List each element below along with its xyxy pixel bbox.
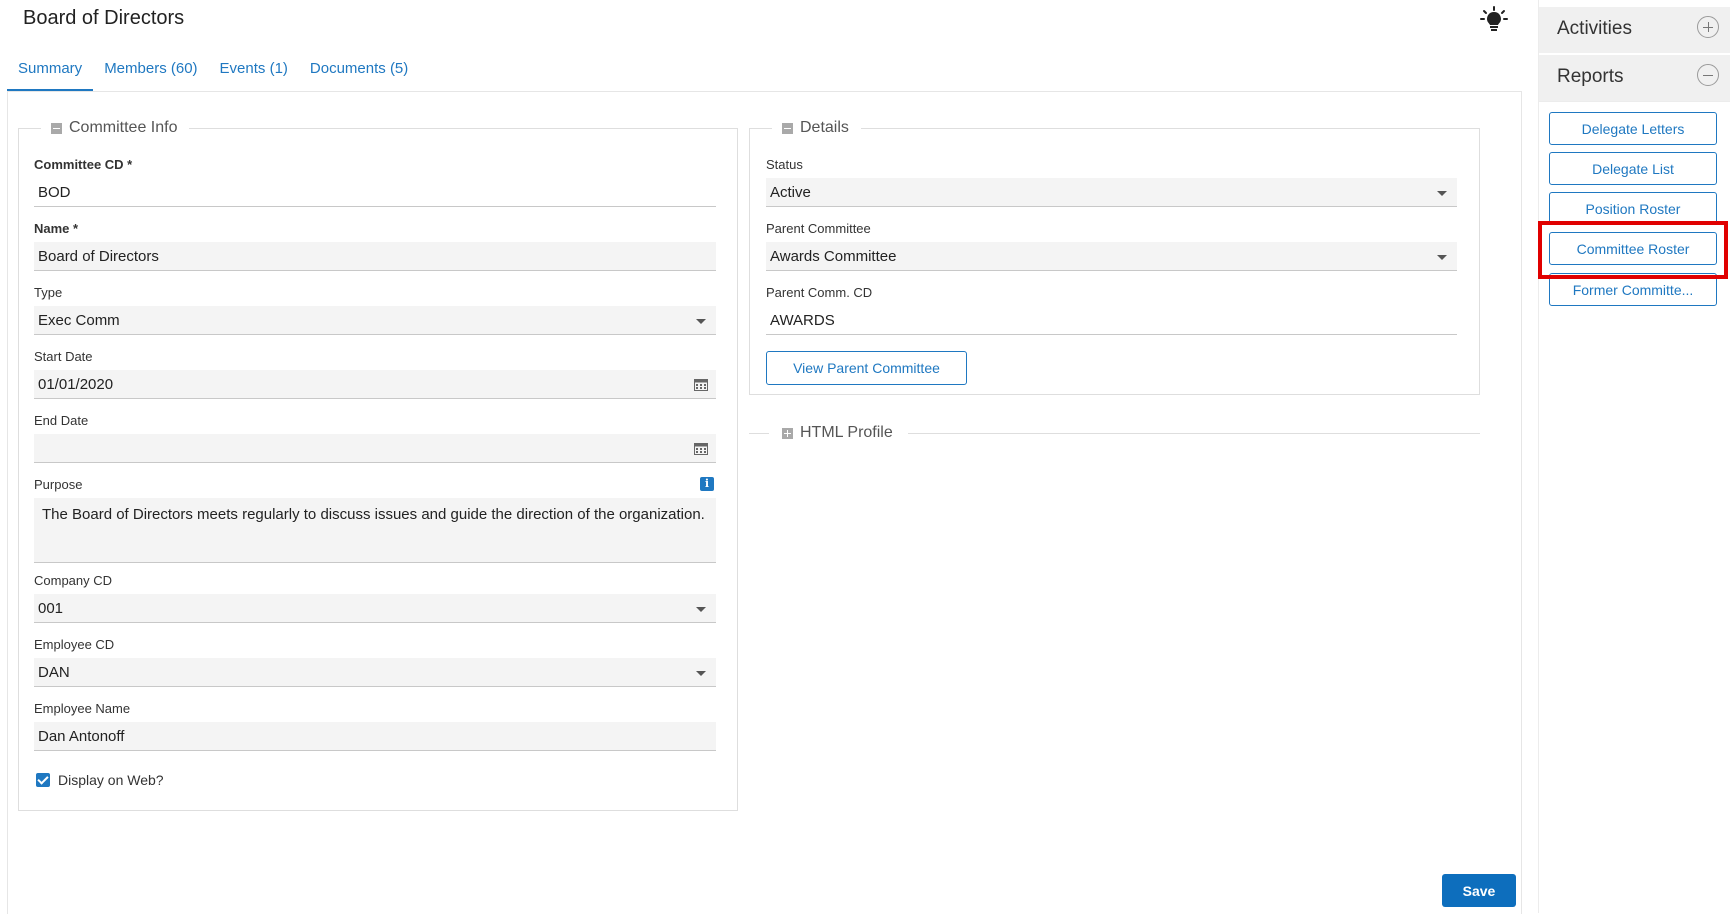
committee-info-legend[interactable]: Committee Info (41, 119, 189, 137)
display-on-web-label: Display on Web? (58, 772, 164, 788)
activities-title: Activities (1557, 18, 1632, 39)
save-button[interactable]: Save (1442, 874, 1516, 907)
collapse-icon[interactable] (51, 122, 62, 134)
parent-committee-label: Parent Committee (766, 221, 871, 236)
lightbulb-icon[interactable] (1480, 6, 1508, 34)
employee-name-field[interactable]: Dan Antonoff (34, 722, 716, 751)
purpose-textarea[interactable]: The Board of Directors meets regularly t… (34, 498, 716, 563)
plus-circle-icon[interactable] (1697, 16, 1719, 38)
tab-summary[interactable]: Summary (7, 56, 94, 92)
activities-header[interactable]: Activities (1539, 7, 1730, 53)
parent-comm-cd-field[interactable]: AWARDS (766, 306, 1457, 335)
status-label: Status (766, 157, 803, 172)
type-label: Type (34, 285, 63, 300)
chevron-down-icon[interactable] (1437, 255, 1447, 260)
parent-committee-select[interactable]: Awards Committee (766, 242, 1457, 271)
company-cd-value: 001 (38, 600, 64, 617)
tab-documents[interactable]: Documents (5) (299, 56, 419, 90)
delegate-list-button[interactable]: Delegate List (1549, 152, 1717, 185)
chevron-down-icon[interactable] (696, 607, 706, 612)
name-label: Name * (34, 221, 79, 236)
committee-roster-button[interactable]: Committee Roster (1549, 232, 1717, 265)
delegate-letters-button[interactable]: Delegate Letters (1549, 112, 1717, 145)
chevron-down-icon[interactable] (1437, 191, 1447, 196)
start-date-field[interactable]: 01/01/2020 (34, 370, 716, 399)
calendar-icon[interactable] (694, 378, 708, 391)
chevron-down-icon[interactable] (696, 319, 706, 324)
type-value: Exec Comm (38, 312, 120, 329)
type-select[interactable]: Exec Comm (34, 306, 716, 335)
expand-icon[interactable] (782, 427, 793, 439)
tab-events[interactable]: Events (1) (209, 56, 299, 90)
html-profile-divider-right (908, 433, 1480, 434)
main-area: Board of Directors Summary Members (60) … (0, 0, 1530, 914)
end-date-field[interactable] (34, 434, 716, 463)
tab-members[interactable]: Members (60) (93, 56, 208, 90)
reports-header[interactable]: Reports (1539, 55, 1730, 101)
minus-circle-icon[interactable] (1697, 64, 1719, 86)
html-profile-divider-left (749, 433, 769, 434)
purpose-label: Purpose (34, 477, 83, 492)
start-date-label: Start Date (34, 349, 93, 364)
html-profile-legend[interactable]: HTML Profile (782, 424, 893, 442)
name-field[interactable]: Board of Directors (34, 242, 716, 271)
status-select[interactable]: Active (766, 178, 1457, 207)
info-icon[interactable]: i (700, 477, 714, 491)
parent-comm-cd-label: Parent Comm. CD (766, 285, 873, 300)
reports-title: Reports (1557, 66, 1624, 87)
details-legend[interactable]: Details (772, 119, 861, 137)
employee-name-label: Employee Name (34, 701, 131, 716)
display-on-web-checkbox[interactable] (36, 773, 50, 787)
right-sidebar: Activities Reports Delegate Letters Dele… (1538, 0, 1730, 913)
calendar-icon[interactable] (694, 442, 708, 455)
company-cd-label: Company CD (34, 573, 113, 588)
position-roster-button[interactable]: Position Roster (1549, 192, 1717, 225)
employee-cd-value: DAN (38, 664, 70, 681)
reports-list (1539, 101, 1730, 102)
status-value: Active (770, 184, 811, 201)
former-committee-button[interactable]: Former Committe... (1549, 273, 1717, 306)
tab-bar: Summary Members (60) Events (1) Document… (7, 56, 419, 92)
company-cd-select[interactable]: 001 (34, 594, 716, 623)
employee-cd-select[interactable]: DAN (34, 658, 716, 687)
chevron-down-icon[interactable] (696, 671, 706, 676)
start-date-value: 01/01/2020 (38, 376, 114, 393)
committee-cd-field[interactable]: BOD (34, 178, 716, 207)
collapse-icon[interactable] (782, 122, 793, 134)
view-parent-committee-button[interactable]: View Parent Committee (766, 351, 967, 385)
end-date-label: End Date (34, 413, 89, 428)
committee-cd-label: Committee CD * (34, 157, 133, 172)
parent-committee-value: Awards Committee (770, 248, 897, 265)
page-title: Board of Directors (23, 7, 185, 29)
employee-cd-label: Employee CD (34, 637, 115, 652)
